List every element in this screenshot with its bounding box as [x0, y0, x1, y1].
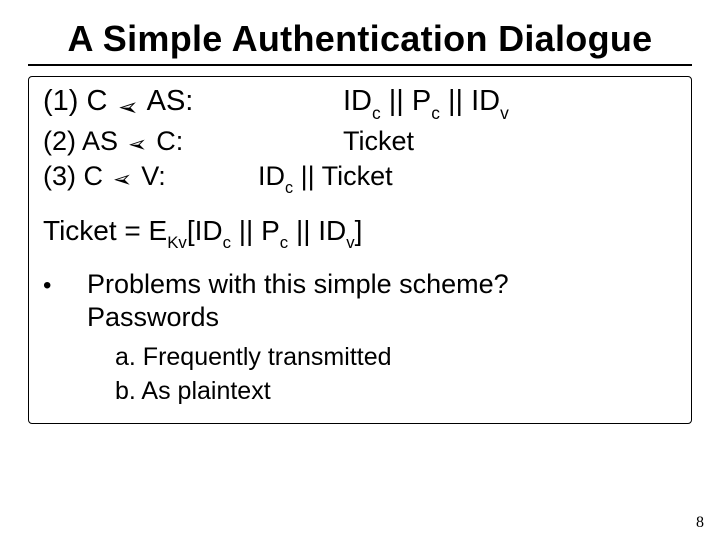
step1-lhs: (1) C ➣ AS:	[43, 83, 343, 119]
step2-lhs: (2) AS ➣ C:	[43, 125, 343, 159]
bullet-line-1: Problems with this simple scheme?	[87, 269, 509, 299]
step1-payload: IDc || Pc || IDv	[343, 83, 677, 123]
ticket-definition: Ticket = EKv[IDc || Pc || IDv]	[43, 215, 677, 252]
step3-to: V:	[134, 161, 166, 191]
bullet-text: Problems with this simple scheme? Passwo…	[87, 268, 509, 336]
step2-to: C:	[149, 126, 184, 156]
sub-points: a. Frequently transmitted b. As plaintex…	[115, 341, 677, 409]
slide-title: A Simple Authentication Dialogue	[28, 18, 692, 60]
step1-to: AS:	[140, 85, 193, 117]
problems-bullet: • Problems with this simple scheme? Pass…	[43, 268, 677, 336]
subpoint-b: b. As plaintext	[115, 375, 677, 409]
page-number: 8	[696, 514, 704, 532]
arrow-icon: ➣	[118, 91, 139, 122]
step1-prefix: (1) C	[43, 85, 116, 117]
title-underline	[28, 64, 692, 66]
step2-prefix: (2) AS	[43, 126, 126, 156]
protocol-step-3: (3) C ➣ V: IDc || Ticket	[43, 160, 677, 197]
protocol-step-1: (1) C ➣ AS: IDc || Pc || IDv	[43, 83, 677, 123]
subpoint-a: a. Frequently transmitted	[115, 341, 677, 375]
content-box: (1) C ➣ AS: IDc || Pc || IDv (2) AS ➣ C:…	[28, 76, 692, 424]
step2-payload: Ticket	[343, 125, 677, 159]
step3-prefix: (3) C	[43, 161, 111, 191]
bullet-line-2: Passwords	[87, 302, 219, 332]
arrow-icon: ➣	[128, 131, 147, 160]
slide: A Simple Authentication Dialogue (1) C ➣…	[0, 0, 720, 540]
bullet-icon: •	[43, 268, 87, 301]
step3-payload: IDc || Ticket	[258, 160, 677, 197]
step3-lhs: (3) C ➣ V:	[43, 160, 258, 194]
protocol-step-2: (2) AS ➣ C: Ticket	[43, 125, 677, 159]
arrow-icon: ➣	[113, 166, 132, 195]
